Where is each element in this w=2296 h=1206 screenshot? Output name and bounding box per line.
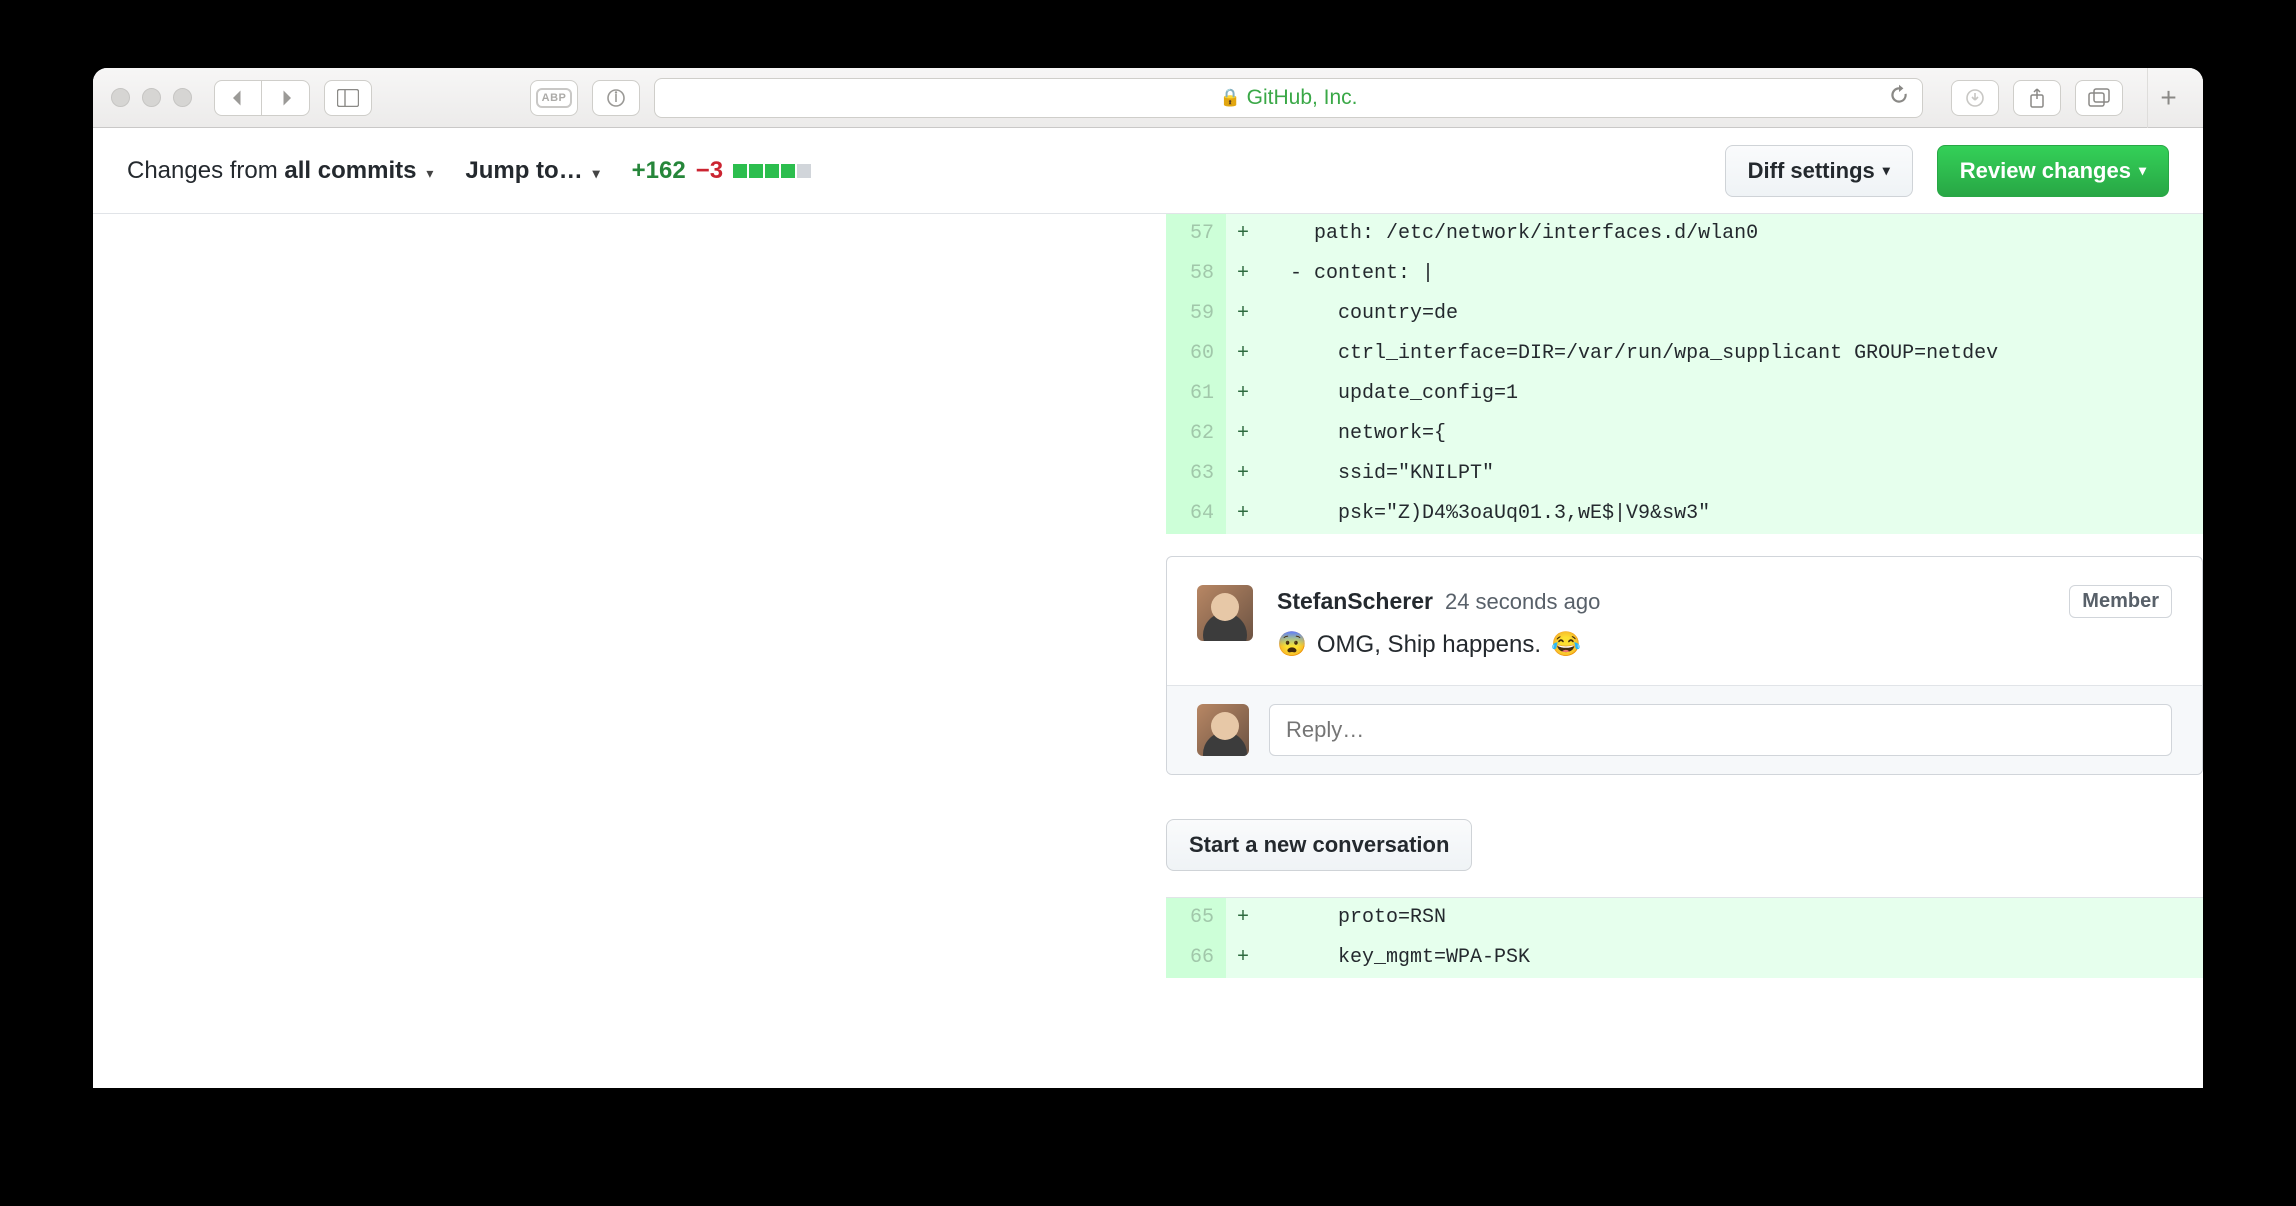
- address-bar[interactable]: 🔒 GitHub, Inc.: [654, 78, 1923, 118]
- line-number: 64: [1166, 494, 1226, 534]
- changes-from-prefix: Changes from: [127, 157, 284, 184]
- code-text: country=de: [1260, 294, 2203, 334]
- toolbar-extras: [1951, 80, 2123, 116]
- review-comment-card: StefanScherer 24 seconds ago Member 😨 OM…: [1166, 556, 2203, 775]
- addition-marker: +: [1226, 294, 1260, 334]
- comment-author[interactable]: StefanScherer: [1277, 588, 1433, 615]
- addition-marker: +: [1226, 898, 1260, 938]
- lock-icon: 🔒: [1219, 88, 1240, 108]
- abp-extension-icon[interactable]: ABP: [530, 80, 578, 116]
- back-button[interactable]: [214, 80, 262, 116]
- close-window-icon[interactable]: [111, 88, 130, 107]
- diffstat-squares: [733, 164, 811, 178]
- emoji-fearful-icon: 😨: [1277, 630, 1307, 659]
- downloads-button[interactable]: [1951, 80, 1999, 116]
- addition-marker: +: [1226, 334, 1260, 374]
- line-number: 62: [1166, 414, 1226, 454]
- review-changes-button[interactable]: Review changes▾: [1937, 145, 2169, 197]
- changes-from-dropdown[interactable]: Changes from all commits ▾: [127, 157, 433, 185]
- diff-lines-after: 65+ proto=RSN66+ key_mgmt=WPA-PSK: [1166, 897, 2203, 978]
- deletions-count: −3: [696, 157, 723, 185]
- site-label: GitHub, Inc.: [1247, 86, 1358, 110]
- diff-line: 57+ path: /etc/network/interfaces.d/wlan…: [1166, 214, 2203, 254]
- forward-button[interactable]: [262, 80, 310, 116]
- addition-marker: +: [1226, 454, 1260, 494]
- addition-marker: +: [1226, 214, 1260, 254]
- member-badge: Member: [2069, 585, 2172, 618]
- browser-window: ABP 🔒 GitHub, Inc. + Cha: [93, 68, 2203, 1088]
- avatar[interactable]: [1197, 585, 1253, 641]
- reply-input[interactable]: [1269, 704, 2172, 756]
- tabs-button[interactable]: [2075, 80, 2123, 116]
- addition-marker: +: [1226, 374, 1260, 414]
- safari-titlebar: ABP 🔒 GitHub, Inc. +: [93, 68, 2203, 128]
- left-empty-panel: [127, 214, 1166, 1088]
- code-text: path: /etc/network/interfaces.d/wlan0: [1260, 214, 2203, 254]
- traffic-lights: [111, 88, 192, 107]
- code-text: - content: |: [1260, 254, 2203, 294]
- start-new-conversation-button[interactable]: Start a new conversation: [1166, 819, 1472, 871]
- sidebar-button[interactable]: [324, 80, 372, 116]
- share-button[interactable]: [2013, 80, 2061, 116]
- changes-from-value: all commits: [284, 157, 416, 184]
- github-diff-toolbar: Changes from all commits ▾ Jump to… ▾ +1…: [93, 128, 2203, 214]
- diff-line: 63+ ssid="KNILPT": [1166, 454, 2203, 494]
- avatar[interactable]: [1197, 704, 1249, 756]
- line-number: 63: [1166, 454, 1226, 494]
- line-number: 59: [1166, 294, 1226, 334]
- diff-content: 57+ path: /etc/network/interfaces.d/wlan…: [93, 214, 2203, 1088]
- comment-text: 😨 OMG, Ship happens. 😂: [1277, 630, 2172, 659]
- code-text: key_mgmt=WPA-PSK: [1260, 938, 2203, 978]
- extension-button[interactable]: [592, 80, 640, 116]
- diff-line: 66+ key_mgmt=WPA-PSK: [1166, 938, 2203, 978]
- addition-marker: +: [1226, 494, 1260, 534]
- line-number: 57: [1166, 214, 1226, 254]
- code-text: update_config=1: [1260, 374, 2203, 414]
- line-number: 60: [1166, 334, 1226, 374]
- line-number: 66: [1166, 938, 1226, 978]
- code-text: ssid="KNILPT": [1260, 454, 2203, 494]
- additions-count: +162: [632, 157, 686, 185]
- diff-settings-button[interactable]: Diff settings▾: [1725, 145, 1913, 197]
- new-tab-button[interactable]: +: [2147, 68, 2189, 128]
- addition-marker: +: [1226, 254, 1260, 294]
- diff-line: 65+ proto=RSN: [1166, 898, 2203, 938]
- emoji-joy-icon: 😂: [1551, 630, 1581, 659]
- chevron-down-icon: ▾: [2139, 162, 2146, 179]
- jump-to-dropdown[interactable]: Jump to… ▾: [465, 157, 599, 185]
- diff-line: 61+ update_config=1: [1166, 374, 2203, 414]
- zoom-window-icon[interactable]: [173, 88, 192, 107]
- minimize-window-icon[interactable]: [142, 88, 161, 107]
- code-text: proto=RSN: [1260, 898, 2203, 938]
- code-text: network={: [1260, 414, 2203, 454]
- new-conversation-wrap: Start a new conversation: [1166, 819, 2203, 871]
- line-number: 61: [1166, 374, 1226, 414]
- addition-marker: +: [1226, 938, 1260, 978]
- reload-icon[interactable]: [1888, 84, 1910, 112]
- chevron-down-icon: ▾: [422, 165, 433, 181]
- code-text: psk="Z)D4%3oaUq01.3,wE$|V9&sw3": [1260, 494, 2203, 534]
- diff-line: 64+ psk="Z)D4%3oaUq01.3,wE$|V9&sw3": [1166, 494, 2203, 534]
- diff-line: 60+ ctrl_interface=DIR=/var/run/wpa_supp…: [1166, 334, 2203, 374]
- diff-line: 58+ - content: |: [1166, 254, 2203, 294]
- diff-line: 62+ network={: [1166, 414, 2203, 454]
- code-text: ctrl_interface=DIR=/var/run/wpa_supplica…: [1260, 334, 2203, 374]
- diffstat: +162 −3: [632, 157, 811, 185]
- right-diff-panel: 57+ path: /etc/network/interfaces.d/wlan…: [1166, 214, 2203, 1088]
- diff-lines: 57+ path: /etc/network/interfaces.d/wlan…: [1166, 214, 2203, 534]
- nav-buttons: [214, 80, 310, 116]
- reply-row: [1167, 685, 2202, 774]
- chevron-down-icon: ▾: [589, 165, 600, 181]
- diff-line: 59+ country=de: [1166, 294, 2203, 334]
- line-number: 58: [1166, 254, 1226, 294]
- line-number: 65: [1166, 898, 1226, 938]
- addition-marker: +: [1226, 414, 1260, 454]
- chevron-down-icon: ▾: [1883, 162, 1890, 179]
- comment-time: 24 seconds ago: [1445, 589, 1600, 615]
